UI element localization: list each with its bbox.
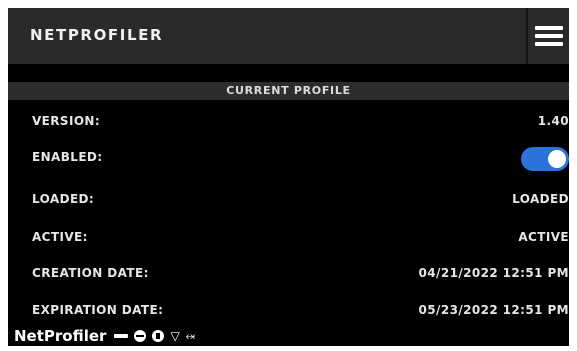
app-header: NETPROFILER (8, 8, 569, 64)
compass-icon (152, 330, 165, 342)
version-value: 1.40 (537, 114, 569, 128)
enabled-row: ENABLED: (8, 142, 569, 172)
creation-date-value: 04/21/2022 12:51 PM (418, 266, 569, 280)
hamburger-menu-icon (534, 42, 563, 46)
wifi-icon: ▽ (170, 329, 180, 343)
hamburger-menu-button[interactable] (528, 8, 569, 64)
loaded-label: LOADED: (32, 192, 95, 206)
creation-date-label: CREATION DATE: (32, 266, 149, 280)
loaded-row: LOADED: LOADED (8, 184, 569, 214)
active-row: ACTIVE: ACTIVE (8, 222, 569, 252)
enabled-label: ENABLED: (32, 150, 103, 164)
globe-icon (134, 330, 147, 342)
version-label: VERSION: (32, 114, 101, 128)
app-title: NETPROFILER (30, 26, 164, 44)
version-row: VERSION: 1.40 (8, 106, 569, 136)
loaded-value: LOADED (512, 192, 569, 206)
expiration-date-value: 05/23/2022 12:51 PM (418, 303, 569, 317)
ethernet-icon (114, 334, 129, 338)
active-value: ACTIVE (518, 230, 569, 244)
toggle-knob (548, 150, 566, 168)
section-title: CURRENT PROFILE (8, 82, 569, 100)
hamburger-menu-icon (534, 26, 563, 30)
enabled-toggle[interactable] (521, 147, 569, 171)
device-screen: NETPROFILER CURRENT PROFILE VERSION: 1.4… (8, 8, 569, 346)
creation-date-row: CREATION DATE: 04/21/2022 12:51 PM (8, 258, 569, 288)
active-label: ACTIVE: (32, 230, 88, 244)
status-footer: NetProfiler ▽ ⬾ (14, 326, 195, 346)
usb-icon: ⬾ (185, 329, 196, 343)
footer-app-name: NetProfiler (14, 327, 107, 345)
hamburger-menu-icon (534, 34, 563, 38)
expiration-date-row: EXPIRATION DATE: 05/23/2022 12:51 PM (8, 295, 569, 325)
expiration-date-label: EXPIRATION DATE: (32, 303, 164, 317)
